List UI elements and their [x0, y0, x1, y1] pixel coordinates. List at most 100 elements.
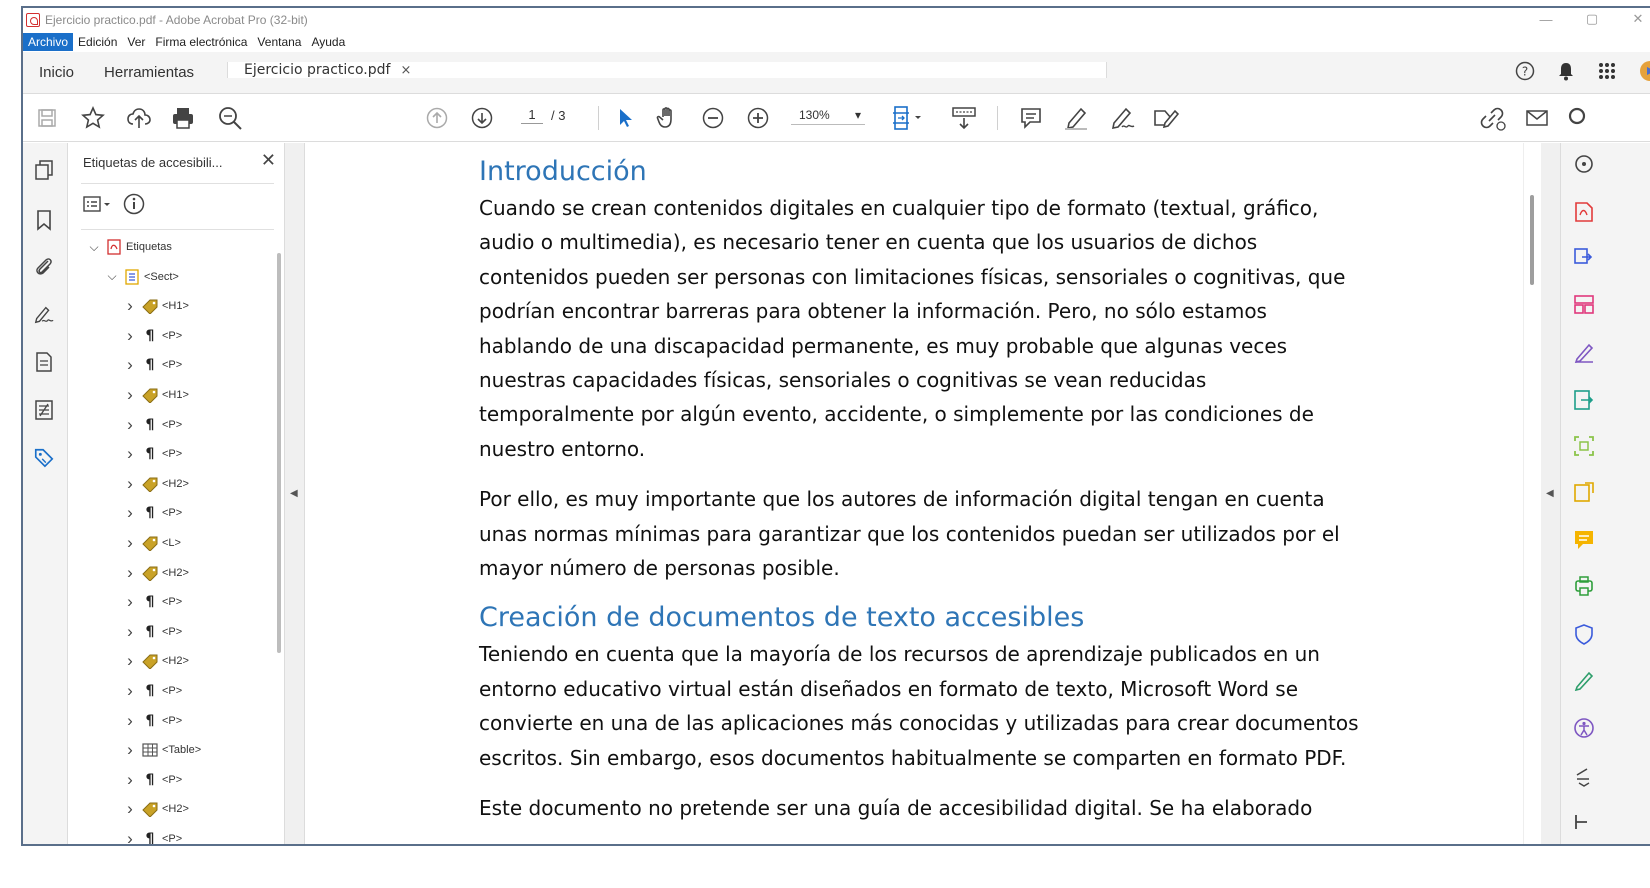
tag-tree-item[interactable]: › ¶ <P>: [123, 590, 182, 614]
menu-firma-electronica[interactable]: Firma electrónica: [150, 33, 252, 51]
tag-tree-item[interactable]: › ¶ <P>: [123, 442, 182, 466]
close-panel-button[interactable]: ✕: [261, 150, 276, 171]
chevron-right-icon[interactable]: ›: [123, 326, 137, 346]
scroll-mode-icon[interactable]: [951, 104, 977, 132]
info-icon[interactable]: [123, 193, 145, 220]
tag-tree-item[interactable]: › ¶ <P>: [123, 501, 182, 525]
menu-archivo[interactable]: Archivo: [23, 33, 74, 51]
customize-tools-icon[interactable]: [1573, 811, 1595, 833]
tag-tree-item[interactable]: › ¶ <P>: [123, 709, 182, 733]
organize-pages-icon[interactable]: [1573, 293, 1595, 315]
content-panel-icon[interactable]: [33, 399, 55, 421]
tag-tree-item[interactable]: › <L>: [123, 531, 181, 555]
tag-tree-item[interactable]: › ¶ <P>: [123, 324, 182, 348]
menu-ventana[interactable]: Ventana: [252, 33, 306, 51]
tag-tree-item[interactable]: › ¶ <P>: [123, 353, 182, 377]
options-menu-icon[interactable]: [83, 194, 115, 219]
more-tools-chevron-icon[interactable]: [1573, 765, 1595, 787]
chevron-down-icon[interactable]: ⌵: [105, 269, 119, 284]
chevron-right-icon[interactable]: ›: [123, 385, 137, 405]
comment-icon[interactable]: [1019, 104, 1043, 132]
tag-tree-item[interactable]: › <H1>: [123, 383, 189, 407]
tag-tree-item[interactable]: › <H2>: [123, 797, 189, 821]
print-icon[interactable]: [171, 104, 195, 132]
previous-page-icon[interactable]: [426, 104, 448, 132]
document-scrollbar[interactable]: [1523, 143, 1541, 844]
highlight-pen-icon[interactable]: [1063, 104, 1089, 132]
comment-tool-icon[interactable]: [1573, 529, 1595, 551]
chevron-right-icon[interactable]: ›: [123, 533, 137, 553]
chevron-right-icon[interactable]: ›: [123, 799, 137, 819]
chevron-right-icon[interactable]: ›: [123, 592, 137, 612]
tag-tree-item[interactable]: › <Table>: [123, 738, 201, 762]
protect-shield-icon[interactable]: [1573, 623, 1595, 645]
scrollbar-thumb[interactable]: [1530, 195, 1534, 285]
combine-files-icon[interactable]: [1573, 247, 1595, 269]
menu-ayuda[interactable]: Ayuda: [306, 33, 350, 51]
close-window-button[interactable]: ✕: [1615, 8, 1650, 30]
scan-ocr-icon[interactable]: [1573, 435, 1595, 457]
chevron-right-icon[interactable]: ›: [123, 503, 137, 523]
current-page-input[interactable]: 1: [521, 107, 543, 124]
protect-icon[interactable]: [1573, 481, 1595, 503]
zoom-in-icon[interactable]: [747, 104, 769, 132]
tag-tree-item[interactable]: › ¶ <P>: [123, 620, 182, 644]
tab-herramientas[interactable]: Herramientas: [90, 52, 208, 93]
tab-document[interactable]: Ejercicio practico.pdf ×: [227, 62, 1107, 78]
chevron-right-icon[interactable]: ›: [123, 829, 137, 844]
bookmark-star-icon[interactable]: [81, 104, 105, 132]
next-page-icon[interactable]: [471, 104, 493, 132]
tag-tree-item[interactable]: › ¶ <P>: [123, 827, 182, 844]
chevron-right-icon[interactable]: ›: [123, 651, 137, 671]
maximize-button[interactable]: ▢: [1569, 8, 1615, 30]
chevron-right-icon[interactable]: ›: [123, 355, 137, 375]
chevron-down-icon[interactable]: ⌵: [87, 240, 101, 255]
collapse-right-panel[interactable]: ◀: [1541, 143, 1561, 844]
minimize-button[interactable]: —: [1523, 8, 1569, 30]
create-pdf-icon[interactable]: [1573, 201, 1595, 223]
fill-sign-icon[interactable]: [1151, 104, 1179, 132]
attachments-icon[interactable]: [33, 255, 55, 277]
tag-tree-item[interactable]: ⌵ Etiquetas: [87, 235, 172, 259]
accessibility-tags-icon[interactable]: [33, 447, 55, 469]
chevron-right-icon[interactable]: ›: [123, 622, 137, 642]
chevron-right-icon[interactable]: ›: [123, 296, 137, 316]
apps-grid-icon[interactable]: [1597, 61, 1617, 86]
chevron-right-icon[interactable]: ›: [123, 415, 137, 435]
zoom-out-icon[interactable]: [702, 104, 724, 132]
print-production-icon[interactable]: [1573, 575, 1595, 597]
chevron-right-icon[interactable]: ›: [123, 770, 137, 790]
select-cursor-icon[interactable]: [617, 104, 635, 132]
menu-ver[interactable]: Ver: [122, 33, 150, 51]
accessibility-tool-icon[interactable]: [1573, 717, 1595, 739]
bell-icon[interactable]: [1557, 61, 1575, 86]
order-panel-icon[interactable]: [33, 351, 55, 373]
tag-tree-item[interactable]: › ¶ <P>: [123, 679, 182, 703]
close-tab-button[interactable]: ×: [400, 63, 411, 78]
chevron-right-icon[interactable]: ›: [123, 740, 137, 760]
cloud-upload-icon[interactable]: [126, 104, 152, 132]
fill-and-sign-icon[interactable]: [1573, 669, 1595, 692]
sign-icon[interactable]: [1108, 104, 1136, 132]
tag-tree-item[interactable]: › <H2>: [123, 561, 189, 585]
edit-pdf-icon[interactable]: [1573, 341, 1595, 364]
hand-tool-icon[interactable]: [656, 104, 680, 132]
document-viewer[interactable]: Introducción Cuando se crean contenidos …: [305, 143, 1523, 844]
user-account-icon[interactable]: [1567, 104, 1587, 132]
zoom-select[interactable]: 130% ▾: [791, 108, 865, 125]
share-link-icon[interactable]: [1479, 104, 1507, 132]
signatures-icon[interactable]: [33, 303, 55, 325]
panel-scrollbar[interactable]: [277, 253, 281, 653]
zoom-search-icon[interactable]: [217, 104, 243, 132]
email-icon[interactable]: [1525, 104, 1549, 132]
bookmarks-icon[interactable]: [33, 209, 55, 231]
page-thumbnails-icon[interactable]: [33, 159, 55, 181]
chevron-right-icon[interactable]: ›: [123, 563, 137, 583]
fit-page-icon[interactable]: [891, 104, 923, 132]
avatar[interactable]: [1639, 60, 1650, 87]
help-icon[interactable]: ?: [1515, 61, 1535, 86]
tag-tree-item[interactable]: › <H2>: [123, 649, 189, 673]
collapse-left-panel[interactable]: ◀: [285, 143, 305, 844]
export-pdf-icon[interactable]: [1573, 389, 1595, 411]
save-icon[interactable]: [37, 104, 57, 132]
